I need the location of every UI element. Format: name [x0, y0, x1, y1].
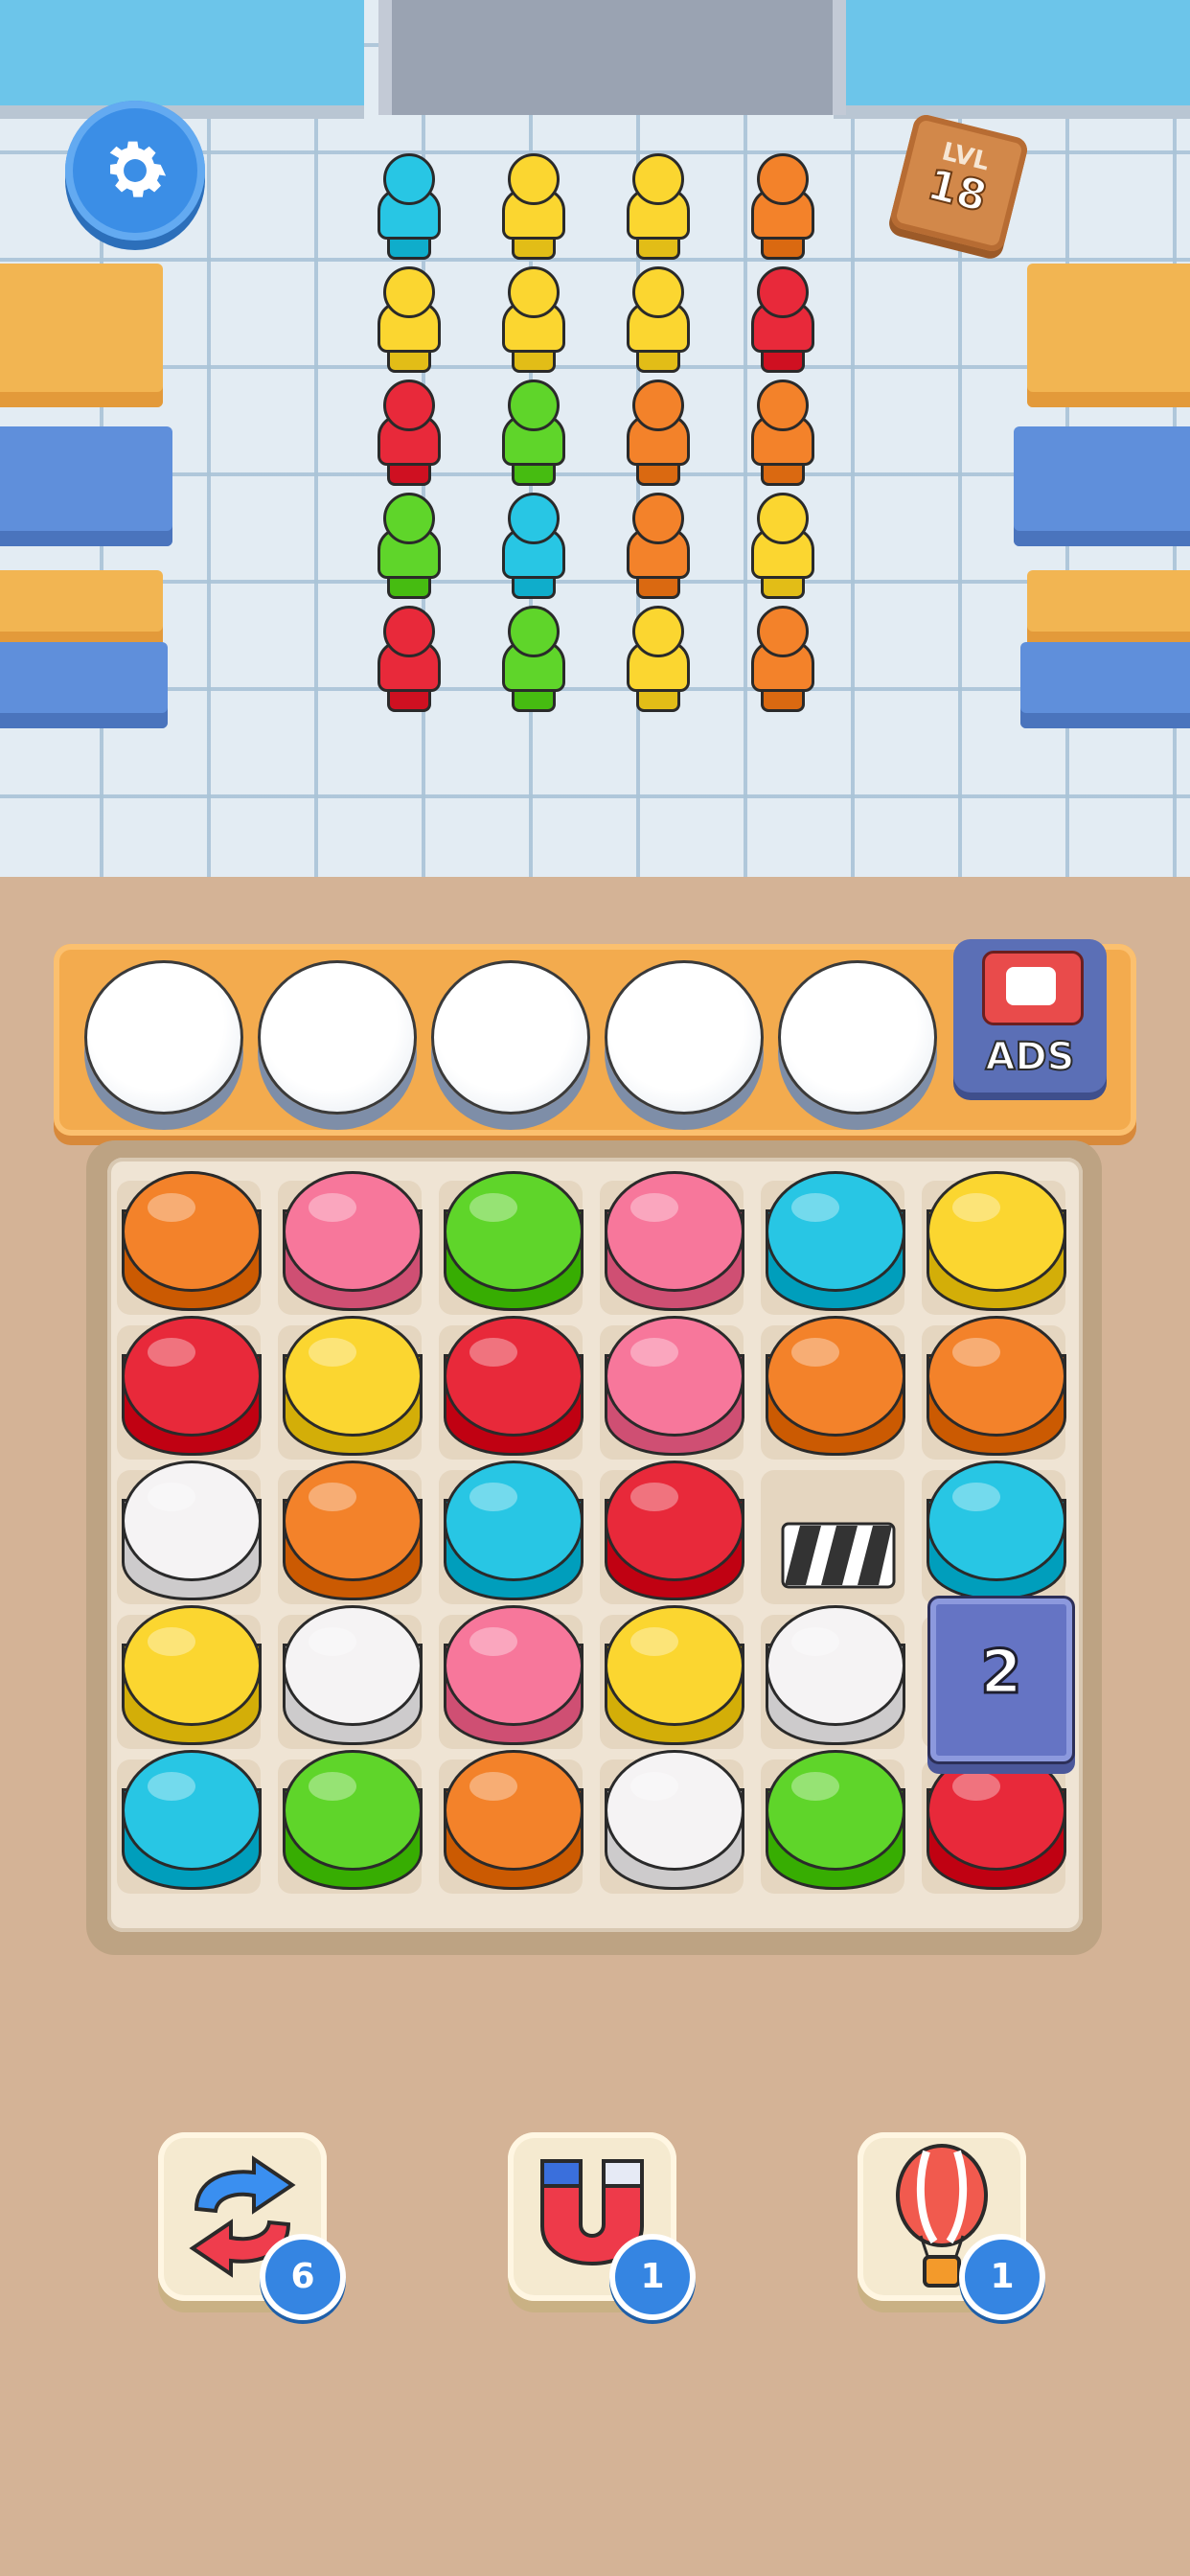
cake-cyan[interactable]: [444, 1460, 584, 1604]
waiting-bench-left-mid: [0, 426, 172, 546]
cake-yellow[interactable]: [927, 1171, 1066, 1315]
cake-pink[interactable]: [444, 1605, 584, 1749]
cake-white[interactable]: [283, 1605, 423, 1749]
magnet-count-badge: 1: [609, 2234, 696, 2320]
customer-orange: [621, 380, 690, 487]
magnet-powerup-button[interactable]: 1: [508, 2132, 696, 2320]
customer-orange: [745, 153, 814, 261]
cake-cyan[interactable]: [766, 1171, 905, 1315]
empty-plate-slot: [431, 960, 590, 1115]
empty-plate-slot: [258, 960, 417, 1115]
cake-white[interactable]: [605, 1750, 744, 1894]
customer-cyan: [372, 153, 441, 261]
cake-white[interactable]: [766, 1605, 905, 1749]
customer-orange: [621, 493, 690, 600]
ads-extra-slot-button[interactable]: ADS: [953, 939, 1107, 1092]
customer-green: [496, 380, 565, 487]
customer-red: [745, 266, 814, 374]
customer-yellow: [621, 266, 690, 374]
locked-crate[interactable]: 2: [927, 1596, 1075, 1764]
waiting-bench-right-top: [1027, 264, 1190, 407]
window-right: [834, 0, 1190, 119]
customer-yellow: [372, 266, 441, 374]
cake-cyan[interactable]: [927, 1460, 1066, 1604]
customer-orange: [745, 380, 814, 487]
cake-red[interactable]: [444, 1316, 584, 1460]
balloon-powerup-button[interactable]: 1: [858, 2132, 1045, 2320]
customer-orange: [745, 606, 814, 713]
balloon-count-badge: 1: [959, 2234, 1045, 2320]
clapperboard-icon: [781, 1522, 896, 1589]
cake-green[interactable]: [766, 1750, 905, 1894]
customer-yellow: [496, 153, 565, 261]
cake-orange[interactable]: [766, 1316, 905, 1460]
empty-plate-slot: [84, 960, 243, 1115]
gear-icon: [109, 141, 167, 197]
cake-green[interactable]: [283, 1750, 423, 1894]
clapperboard-blocker-icon: [781, 1514, 896, 1591]
cake-red[interactable]: [927, 1750, 1066, 1894]
cake-pink[interactable]: [605, 1171, 744, 1315]
cake-red[interactable]: [122, 1316, 262, 1460]
waiting-bench-right-mid: [1014, 426, 1190, 546]
cake-orange[interactable]: [927, 1316, 1066, 1460]
customer-yellow: [621, 606, 690, 713]
cake-pink[interactable]: [283, 1171, 423, 1315]
waiting-bench-left-bottom: [0, 642, 168, 728]
cake-yellow[interactable]: [283, 1316, 423, 1460]
cake-orange[interactable]: [283, 1460, 423, 1604]
customer-red: [372, 606, 441, 713]
window-left: [0, 0, 364, 119]
entrance-door: [378, 0, 846, 115]
cake-orange[interactable]: [122, 1171, 262, 1315]
customer-yellow: [496, 266, 565, 374]
customer-yellow: [621, 153, 690, 261]
waiting-bench-right-low: [1027, 570, 1190, 647]
cake-yellow[interactable]: [605, 1605, 744, 1749]
cake-cyan[interactable]: [122, 1750, 262, 1894]
waiting-bench-left-low: [0, 570, 163, 647]
customer-yellow: [745, 493, 814, 600]
empty-plate-slot: [605, 960, 764, 1115]
waiting-bench-left-top: [0, 264, 163, 407]
customer-green: [372, 493, 441, 600]
settings-button[interactable]: [65, 101, 205, 241]
cake-yellow[interactable]: [122, 1605, 262, 1749]
cake-white[interactable]: [122, 1460, 262, 1604]
customer-cyan: [496, 493, 565, 600]
customer-red: [372, 380, 441, 487]
crate-counter: 2: [979, 1636, 1023, 1709]
customer-green: [496, 606, 565, 713]
cake-green[interactable]: [444, 1171, 584, 1315]
ads-label: ADS: [985, 1034, 1076, 1080]
cake-orange[interactable]: [444, 1750, 584, 1894]
tv-icon: [982, 951, 1084, 1025]
cake-red[interactable]: [605, 1460, 744, 1604]
waiting-bench-right-bottom: [1020, 642, 1190, 728]
shuffle-powerup-button[interactable]: 6: [158, 2132, 346, 2320]
cake-pink[interactable]: [605, 1316, 744, 1460]
shuffle-count-badge: 6: [260, 2234, 346, 2320]
empty-plate-slot: [778, 960, 937, 1115]
